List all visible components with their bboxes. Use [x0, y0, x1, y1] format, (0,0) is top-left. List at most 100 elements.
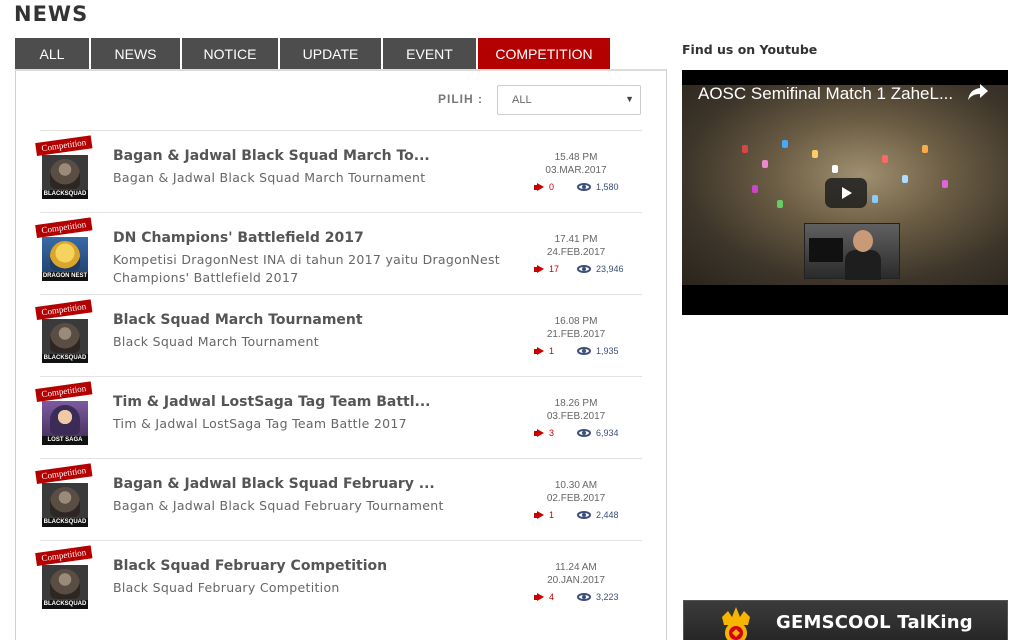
video-title[interactable]: AOSC Semifinal Match 1 ZaheL...	[698, 84, 968, 104]
soldier-image	[50, 159, 80, 189]
news-meta: 17.41 PM 24.FEB.2017 17 23,946	[530, 233, 624, 274]
news-time: 18.26 PM	[554, 398, 598, 409]
tab-news[interactable]: NEWS	[91, 38, 180, 69]
eye-icon	[577, 511, 591, 519]
news-time: 11.24 AM	[555, 562, 597, 573]
soldier-image	[50, 323, 80, 353]
news-date: 03.MAR.2017	[545, 165, 607, 176]
news-thumbnail[interactable]: DRAGON NEST Competition	[35, 217, 93, 281]
youtube-video-player[interactable]: AOSC Semifinal Match 1 ZaheL...	[682, 70, 1008, 315]
news-title[interactable]: Bagan & Jadwal Black Squad March To...	[113, 148, 430, 164]
view-count: 6,934	[596, 428, 619, 438]
soldier-image	[50, 487, 80, 517]
news-list: BLACKSQUAD Competition Bagan & Jadwal Bl…	[35, 130, 642, 622]
comment-count: 17	[549, 264, 560, 274]
crown-logo-icon	[722, 607, 750, 640]
megaphone-icon	[534, 183, 545, 192]
tab-competition[interactable]: COMPETITION	[478, 38, 610, 69]
news-title[interactable]: Tim & Jadwal LostSaga Tag Team Battl...	[113, 394, 431, 410]
megaphone-icon	[534, 511, 545, 520]
news-time: 16.08 PM	[554, 316, 598, 327]
news-description: Bagan & Jadwal Black Squad March Tournam…	[113, 170, 426, 185]
soldier-image	[50, 569, 80, 599]
category-tabs: ALL NEWS NOTICE UPDATE EVENT COMPETITION	[15, 38, 612, 69]
news-item[interactable]: BLACKSQUAD Competition Black Squad March…	[35, 294, 642, 376]
competition-badge: Competition	[35, 381, 93, 402]
comment-count: 1	[549, 510, 555, 520]
megaphone-icon	[534, 265, 545, 274]
news-title[interactable]: Bagan & Jadwal Black Squad February ...	[113, 476, 435, 492]
news-date: 21.FEB.2017	[546, 329, 606, 340]
news-meta: 18.26 PM 03.FEB.2017 3 6,934	[530, 397, 622, 438]
comment-count: 4	[549, 592, 555, 602]
comment-count: 1	[549, 346, 555, 356]
news-thumbnail[interactable]: BLACKSQUAD Competition	[35, 545, 93, 609]
news-title[interactable]: DN Champions' Battlefield 2017	[113, 230, 364, 246]
view-count: 2,448	[596, 510, 619, 520]
news-description: Black Squad February Competition	[113, 580, 340, 595]
eye-icon	[577, 429, 591, 437]
news-date: 24.FEB.2017	[546, 247, 606, 258]
megaphone-icon	[534, 429, 545, 438]
news-thumbnail[interactable]: BLACKSQUAD Competition	[35, 135, 93, 199]
news-item[interactable]: BLACKSQUAD Competition Black Squad Febru…	[35, 540, 642, 622]
eye-icon	[577, 347, 591, 355]
eye-icon	[577, 183, 591, 191]
news-title[interactable]: Black Squad March Tournament	[113, 312, 363, 328]
tab-event[interactable]: EVENT	[383, 38, 476, 69]
news-description: Bagan & Jadwal Black Squad February Tour…	[113, 498, 444, 513]
news-date: 03.FEB.2017	[546, 411, 606, 422]
game-logo: BLACKSQUAD	[42, 518, 88, 527]
news-description: Tim & Jadwal LostSaga Tag Team Battle 20…	[113, 416, 407, 431]
tab-all[interactable]: ALL	[15, 38, 89, 69]
eye-icon	[577, 593, 591, 601]
news-meta: 15.48 PM 03.MAR.2017 0 1,580	[530, 151, 622, 192]
news-description: Kompetisi DragonNest INA di tahun 2017 y…	[113, 252, 500, 285]
news-item[interactable]: BLACKSQUAD Competition Bagan & Jadwal Bl…	[35, 458, 642, 540]
category-select-value: ALL	[512, 94, 532, 106]
view-count: 1,580	[596, 182, 619, 192]
game-logo: DRAGON NEST	[42, 272, 88, 281]
game-logo: BLACKSQUAD	[42, 190, 88, 199]
news-date: 02.FEB.2017	[546, 493, 606, 504]
news-item[interactable]: BLACKSQUAD Competition Bagan & Jadwal Bl…	[35, 130, 642, 212]
tab-notice[interactable]: NOTICE	[182, 38, 278, 69]
megaphone-icon	[534, 593, 545, 602]
news-date: 20.JAN.2017	[547, 575, 605, 586]
comment-count: 3	[549, 428, 555, 438]
competition-badge: Competition	[35, 545, 93, 566]
competition-badge: Competition	[35, 463, 93, 484]
tab-update[interactable]: UPDATE	[280, 38, 381, 69]
news-item[interactable]: LOST SAGA Competition Tim & Jadwal LostS…	[35, 376, 642, 458]
banner-title: GEMSCOOL TalKing	[776, 612, 973, 633]
gemscool-talking-banner[interactable]: GEMSCOOL TalKing	[683, 600, 1008, 640]
webcam-overlay	[804, 223, 900, 280]
category-select[interactable]: ALL ▼	[497, 85, 641, 115]
competition-badge: Competition	[35, 299, 93, 320]
news-title[interactable]: Black Squad February Competition	[113, 558, 387, 574]
news-meta: 11.24 AM 20.JAN.2017 4 3,223	[530, 561, 622, 602]
megaphone-icon	[534, 347, 545, 356]
competition-badge: Competition	[35, 217, 93, 238]
youtube-heading: Find us on Youtube	[682, 42, 818, 57]
comment-count: 0	[549, 182, 555, 192]
news-description: Black Squad March Tournament	[113, 334, 319, 349]
character-image	[50, 241, 80, 271]
view-count: 23,946	[596, 264, 624, 274]
caret-down-icon: ▼	[625, 94, 634, 104]
news-item[interactable]: DRAGON NEST Competition DN Champions' Ba…	[35, 212, 642, 294]
share-icon[interactable]	[966, 82, 990, 102]
view-count: 1,935	[596, 346, 619, 356]
news-thumbnail[interactable]: BLACKSQUAD Competition	[35, 299, 93, 363]
view-count: 3,223	[596, 592, 619, 602]
news-meta: 16.08 PM 21.FEB.2017 1 1,935	[530, 315, 622, 356]
page-title: NEWS	[14, 2, 89, 26]
news-thumbnail[interactable]: BLACKSQUAD Competition	[35, 463, 93, 527]
play-icon[interactable]	[825, 178, 867, 208]
game-logo: LOST SAGA	[42, 436, 88, 445]
eye-icon	[577, 265, 591, 273]
news-thumbnail[interactable]: LOST SAGA Competition	[35, 381, 93, 445]
game-logo: BLACKSQUAD	[42, 600, 88, 609]
news-meta: 10.30 AM 02.FEB.2017 1 2,448	[530, 479, 622, 520]
news-time: 15.48 PM	[554, 152, 598, 163]
